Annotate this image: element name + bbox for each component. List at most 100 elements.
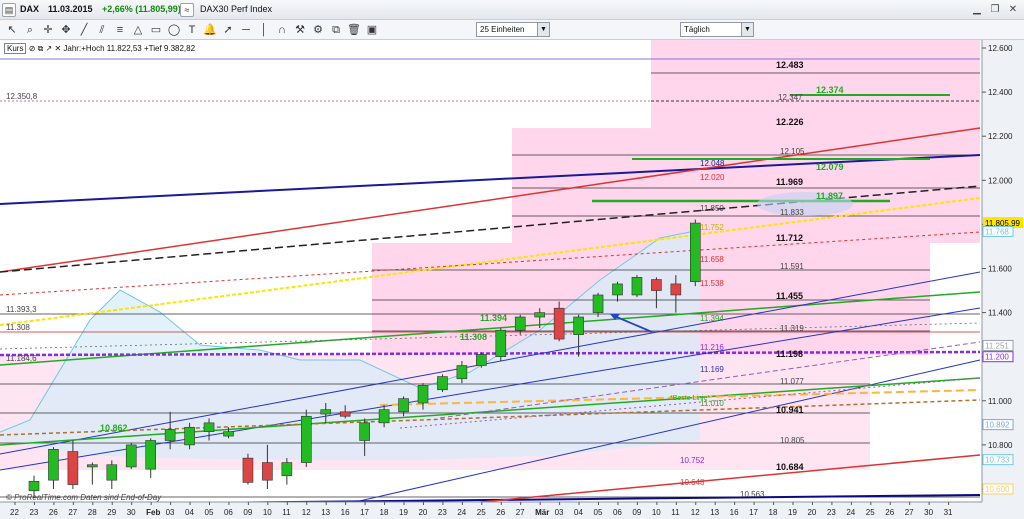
level-label: 11.538 <box>700 279 724 288</box>
copy-icon[interactable]: ⧉ <box>328 22 344 38</box>
level-label: 10.563 <box>740 490 765 499</box>
candle-body <box>87 464 98 468</box>
zoom-icon[interactable]: ⌕ <box>22 22 38 38</box>
chart-legend: Kurs ⊘ ⧉ ↗ ✕ Jahr:+Hoch 11.822,53 +Tief … <box>4 43 195 54</box>
candle-body <box>689 222 701 283</box>
axis-marker-label: 11.200 <box>985 353 1009 362</box>
candle-body <box>164 429 176 441</box>
level-label: 11.752 <box>700 223 724 232</box>
time-tick-label: 27 <box>516 508 525 517</box>
units-select[interactable]: 25 Einheiten ▼ <box>476 22 550 37</box>
time-tick-label: 23 <box>827 508 836 517</box>
level-label: 11.850 <box>700 204 724 213</box>
time-tick-label: Feb <box>146 508 160 517</box>
candle-body <box>534 312 546 318</box>
vertical-line-icon[interactable]: │ <box>256 22 272 38</box>
interval-select-value: Täglich <box>684 25 710 34</box>
level-label: 11.897 <box>816 191 843 201</box>
candle-body <box>203 422 215 432</box>
target-zone-top <box>651 40 980 128</box>
candle-body <box>456 365 468 380</box>
alert-bell-icon[interactable]: 🔔 <box>202 22 218 38</box>
interval-select[interactable]: Täglich ▼ <box>680 22 754 37</box>
time-tick-label: 23 <box>29 508 38 517</box>
crosshair-icon[interactable]: ✛ <box>40 22 56 38</box>
fibonacci-tool-icon[interactable]: ≡ <box>112 22 128 38</box>
level-label: 11.319 <box>780 324 804 333</box>
candle-body <box>184 426 195 446</box>
time-tick-label: 30 <box>924 508 933 517</box>
level-label: 12.483 <box>776 60 804 70</box>
candle-body <box>378 409 390 424</box>
kurs-label[interactable]: Kurs <box>4 43 27 54</box>
time-tick-label: 31 <box>944 508 953 517</box>
triangle-tool-icon[interactable]: △ <box>130 22 146 38</box>
time-tick-label: 23 <box>438 508 447 517</box>
level-label: 12.048 <box>700 159 725 168</box>
time-tick-label: 20 <box>807 508 816 517</box>
price-tick-label: 10.800 <box>988 441 1013 450</box>
candle-body <box>125 444 137 468</box>
drawing-toolbar: ↖ ⌕ ✛ ✥ ╱ ⫽ ≡ △ ▭ ◯ T 🔔 ➚ ─ │ ∩ ⚒ ⚙ ⧉ 🗑 … <box>0 20 1024 59</box>
ellipse-tool-icon[interactable]: ◯ <box>166 22 182 38</box>
level-label: 11.394 <box>700 314 724 323</box>
time-tick-label: 19 <box>399 508 408 517</box>
time-tick-label: 09 <box>243 508 252 517</box>
level-label: 10.648 <box>680 478 705 487</box>
candle-body <box>495 329 507 357</box>
cursor-icon[interactable]: ↖ <box>4 22 20 38</box>
level-label: 11.591 <box>780 262 804 271</box>
level-label: 12.374 <box>816 85 844 95</box>
candle-body <box>631 277 643 296</box>
level-label: 12.020 <box>700 173 725 182</box>
line-tool-icon[interactable]: ╱ <box>76 22 92 38</box>
time-tick-label: 29 <box>107 508 116 517</box>
price-tick-label: 12.200 <box>988 132 1013 141</box>
arrow-tool-icon[interactable]: ➚ <box>220 22 236 38</box>
time-tick-label: 16 <box>730 508 739 517</box>
price-chart[interactable]: 12.483 12.347 12.374 12.226 12.105 12.04… <box>0 40 1024 519</box>
time-tick-label: 26 <box>885 508 894 517</box>
time-tick-label: Mär <box>535 508 549 517</box>
time-tick-label: 03 <box>555 508 564 517</box>
level-label: 11.077 <box>780 377 804 386</box>
minimize-icon[interactable]: ▁ <box>970 3 984 17</box>
tools-icon[interactable]: ⚒ <box>292 22 308 38</box>
candle-body <box>67 451 79 485</box>
title-toolbar: ▤ DAX 11.03.2015 +2,66% (11.805,99) ≈ DA… <box>0 0 1024 20</box>
close-icon[interactable]: ✕ <box>1006 3 1020 17</box>
candle-body <box>612 283 623 296</box>
level-label: 11.198 <box>776 349 803 359</box>
level-label: 11.393,3 <box>6 305 37 314</box>
candle-body <box>417 385 429 404</box>
quote-date: 11.03.2015 <box>48 4 93 14</box>
candle-body <box>514 316 526 331</box>
instrument-search-icon[interactable]: ≈ <box>180 3 194 17</box>
candle-body <box>651 279 662 291</box>
window-menu-icon[interactable]: ▤ <box>2 3 16 17</box>
magnet-icon[interactable]: ∩ <box>274 22 290 38</box>
delete-icon[interactable]: 🗑 <box>346 22 362 38</box>
text-tool-icon[interactable]: T <box>184 22 200 38</box>
channel-tool-icon[interactable]: ⫽ <box>94 22 110 38</box>
rectangle-tool-icon[interactable]: ▭ <box>148 22 164 38</box>
time-tick-label: 05 <box>594 508 603 517</box>
horizontal-line-icon[interactable]: ─ <box>238 22 254 38</box>
screen-icon[interactable]: ▣ <box>364 22 380 38</box>
time-tick-label: 03 <box>166 508 175 517</box>
price-tick-label: 12.600 <box>988 44 1013 53</box>
candle-body <box>553 307 565 340</box>
copyright-notice: © ProRealTime.com Daten sind End-of-Day <box>6 493 162 502</box>
level-label: 10.862 <box>100 423 128 433</box>
price-tick-label: 12.400 <box>988 88 1013 97</box>
instrument-name: DAX <box>20 4 40 14</box>
candle-body <box>398 398 409 413</box>
candle-body <box>262 462 273 481</box>
candle-body <box>242 457 254 483</box>
pan-icon[interactable]: ✥ <box>58 22 74 38</box>
price-tick-label: 11.600 <box>988 265 1012 274</box>
axis-marker-label: 10.600 <box>985 485 1010 494</box>
restore-icon[interactable]: ❐ <box>988 3 1002 17</box>
properties-icon[interactable]: ⚙ <box>310 22 326 38</box>
time-tick-label: 12 <box>691 508 700 517</box>
